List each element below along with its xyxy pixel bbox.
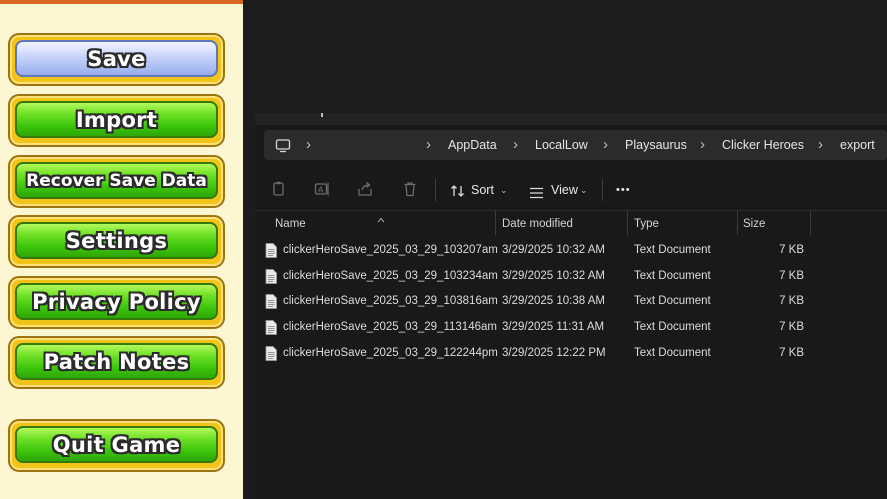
- text-document-icon: [265, 320, 277, 335]
- import-button[interactable]: Import: [8, 94, 225, 147]
- column-header-type[interactable]: Type: [634, 211, 659, 237]
- quit-game-button[interactable]: Quit Game: [8, 419, 225, 472]
- share-icon[interactable]: [357, 181, 373, 197]
- text-document-icon: [265, 243, 277, 258]
- column-divider[interactable]: [737, 211, 738, 235]
- file-date-modified: 3/29/2025 10:32 AM: [502, 270, 605, 282]
- import-button-face: Import: [15, 101, 218, 138]
- file-size: 7 KB: [779, 321, 804, 333]
- command-bar: A Sort ⌄ View ⌄ •••: [255, 171, 887, 209]
- more-options-button[interactable]: •••: [616, 171, 631, 209]
- breadcrumb-chevron-icon[interactable]: ›: [700, 130, 705, 160]
- delete-icon[interactable]: [402, 181, 418, 197]
- file-row[interactable]: clickerHeroSave_2025_03_29_103207am 3/29…: [255, 238, 887, 263]
- sort-indicator-icon: [377, 208, 385, 223]
- quit-game-button-face: Quit Game: [15, 426, 218, 463]
- file-type: Text Document: [634, 347, 711, 359]
- sort-chevron-down-icon: ⌄: [500, 185, 508, 195]
- file-name: clickerHeroSave_2025_03_29_122244pm: [283, 347, 498, 359]
- view-label: View: [551, 183, 578, 197]
- breadcrumb-chevron-icon[interactable]: ›: [426, 130, 431, 160]
- settings-button[interactable]: Settings: [8, 215, 225, 268]
- file-type: Text Document: [634, 244, 711, 256]
- file-name: clickerHeroSave_2025_03_29_103234am: [283, 270, 498, 282]
- settings-button-label: Settings: [65, 228, 168, 253]
- quit-game-button-label: Quit Game: [52, 432, 181, 457]
- import-button-label: Import: [75, 107, 158, 132]
- file-type: Text Document: [634, 295, 711, 307]
- window-top-strip: [255, 113, 887, 125]
- file-size: 7 KB: [779, 295, 804, 307]
- file-date-modified: 3/29/2025 10:32 AM: [502, 244, 605, 256]
- text-cursor: [321, 113, 323, 117]
- column-divider[interactable]: [810, 211, 811, 235]
- file-type: Text Document: [634, 321, 711, 333]
- save-button[interactable]: Save: [8, 33, 225, 86]
- file-name: clickerHeroSave_2025_03_29_113146am: [283, 321, 497, 333]
- toolbar-divider: [435, 179, 436, 201]
- file-name: clickerHeroSave_2025_03_29_103816am: [283, 295, 498, 307]
- privacy-policy-button[interactable]: Privacy Policy: [8, 276, 225, 329]
- file-row[interactable]: clickerHeroSave_2025_03_29_103234am 3/29…: [255, 264, 887, 289]
- menu-top-bar: [0, 0, 243, 4]
- patch-notes-button[interactable]: Patch Notes: [8, 336, 225, 389]
- column-header-size[interactable]: Size: [743, 211, 765, 237]
- breadcrumb-chevron-icon[interactable]: ›: [818, 130, 823, 160]
- breadcrumb-locallow[interactable]: LocalLow: [535, 130, 588, 160]
- view-chevron-down-icon: ⌄: [580, 185, 588, 195]
- breadcrumb-export[interactable]: export: [840, 130, 875, 160]
- toolbar-divider: [602, 179, 603, 201]
- address-bar[interactable]: › › AppData › LocalLow › Playsaurus › Cl…: [264, 130, 887, 160]
- recover-save-data-button[interactable]: Recover Save Data: [8, 155, 225, 208]
- game-menu-panel: Save Import Recover Save Data Settings P…: [0, 0, 243, 499]
- file-row[interactable]: clickerHeroSave_2025_03_29_113146am 3/29…: [255, 315, 887, 340]
- privacy-policy-button-label: Privacy Policy: [32, 289, 201, 314]
- breadcrumb-appdata[interactable]: AppData: [448, 130, 497, 160]
- file-size: 7 KB: [779, 244, 804, 256]
- file-date-modified: 3/29/2025 10:38 AM: [502, 295, 605, 307]
- patch-notes-button-label: Patch Notes: [43, 349, 190, 374]
- rename-icon[interactable]: A: [314, 181, 330, 197]
- recover-save-data-button-face: Recover Save Data: [15, 162, 218, 199]
- save-button-label: Save: [87, 46, 146, 71]
- column-header-date-modified[interactable]: Date modified: [502, 211, 573, 237]
- file-type: Text Document: [634, 270, 711, 282]
- column-divider[interactable]: [627, 211, 628, 235]
- text-document-icon: [265, 294, 277, 309]
- file-date-modified: 3/29/2025 11:31 AM: [502, 321, 605, 333]
- save-button-face: Save: [15, 40, 218, 77]
- sort-button[interactable]: Sort ⌄: [448, 171, 512, 209]
- file-explorer-window: › › AppData › LocalLow › Playsaurus › Cl…: [255, 113, 887, 499]
- text-document-icon: [265, 269, 277, 284]
- breadcrumb-chevron-icon[interactable]: ›: [306, 130, 311, 160]
- breadcrumb-chevron-icon[interactable]: ›: [603, 130, 608, 160]
- monitor-icon[interactable]: [275, 138, 291, 153]
- column-divider[interactable]: [495, 211, 496, 235]
- file-name: clickerHeroSave_2025_03_29_103207am: [283, 244, 498, 256]
- sort-label: Sort: [471, 183, 494, 197]
- patch-notes-button-face: Patch Notes: [15, 343, 218, 380]
- view-icon: [529, 184, 544, 199]
- column-header-row: Name Date modified Type Size: [255, 210, 887, 237]
- recover-save-data-button-label: Recover Save Data: [26, 170, 207, 191]
- settings-button-face: Settings: [15, 222, 218, 259]
- breadcrumb-clicker-heroes[interactable]: Clicker Heroes: [722, 130, 804, 160]
- file-date-modified: 3/29/2025 12:22 PM: [502, 347, 606, 359]
- file-size: 7 KB: [779, 270, 804, 282]
- text-document-icon: [265, 346, 277, 361]
- sort-icon: [450, 183, 466, 197]
- file-size: 7 KB: [779, 347, 804, 359]
- breadcrumb-playsaurus[interactable]: Playsaurus: [625, 130, 687, 160]
- column-header-name[interactable]: Name: [275, 211, 306, 237]
- breadcrumb-chevron-icon[interactable]: ›: [513, 130, 518, 160]
- view-button[interactable]: View ⌄: [528, 171, 592, 209]
- file-row[interactable]: clickerHeroSave_2025_03_29_103816am 3/29…: [255, 289, 887, 314]
- privacy-policy-button-face: Privacy Policy: [15, 283, 218, 320]
- file-row[interactable]: clickerHeroSave_2025_03_29_122244pm 3/29…: [255, 341, 887, 366]
- copy-icon[interactable]: [271, 181, 287, 197]
- svg-text:A: A: [318, 186, 324, 195]
